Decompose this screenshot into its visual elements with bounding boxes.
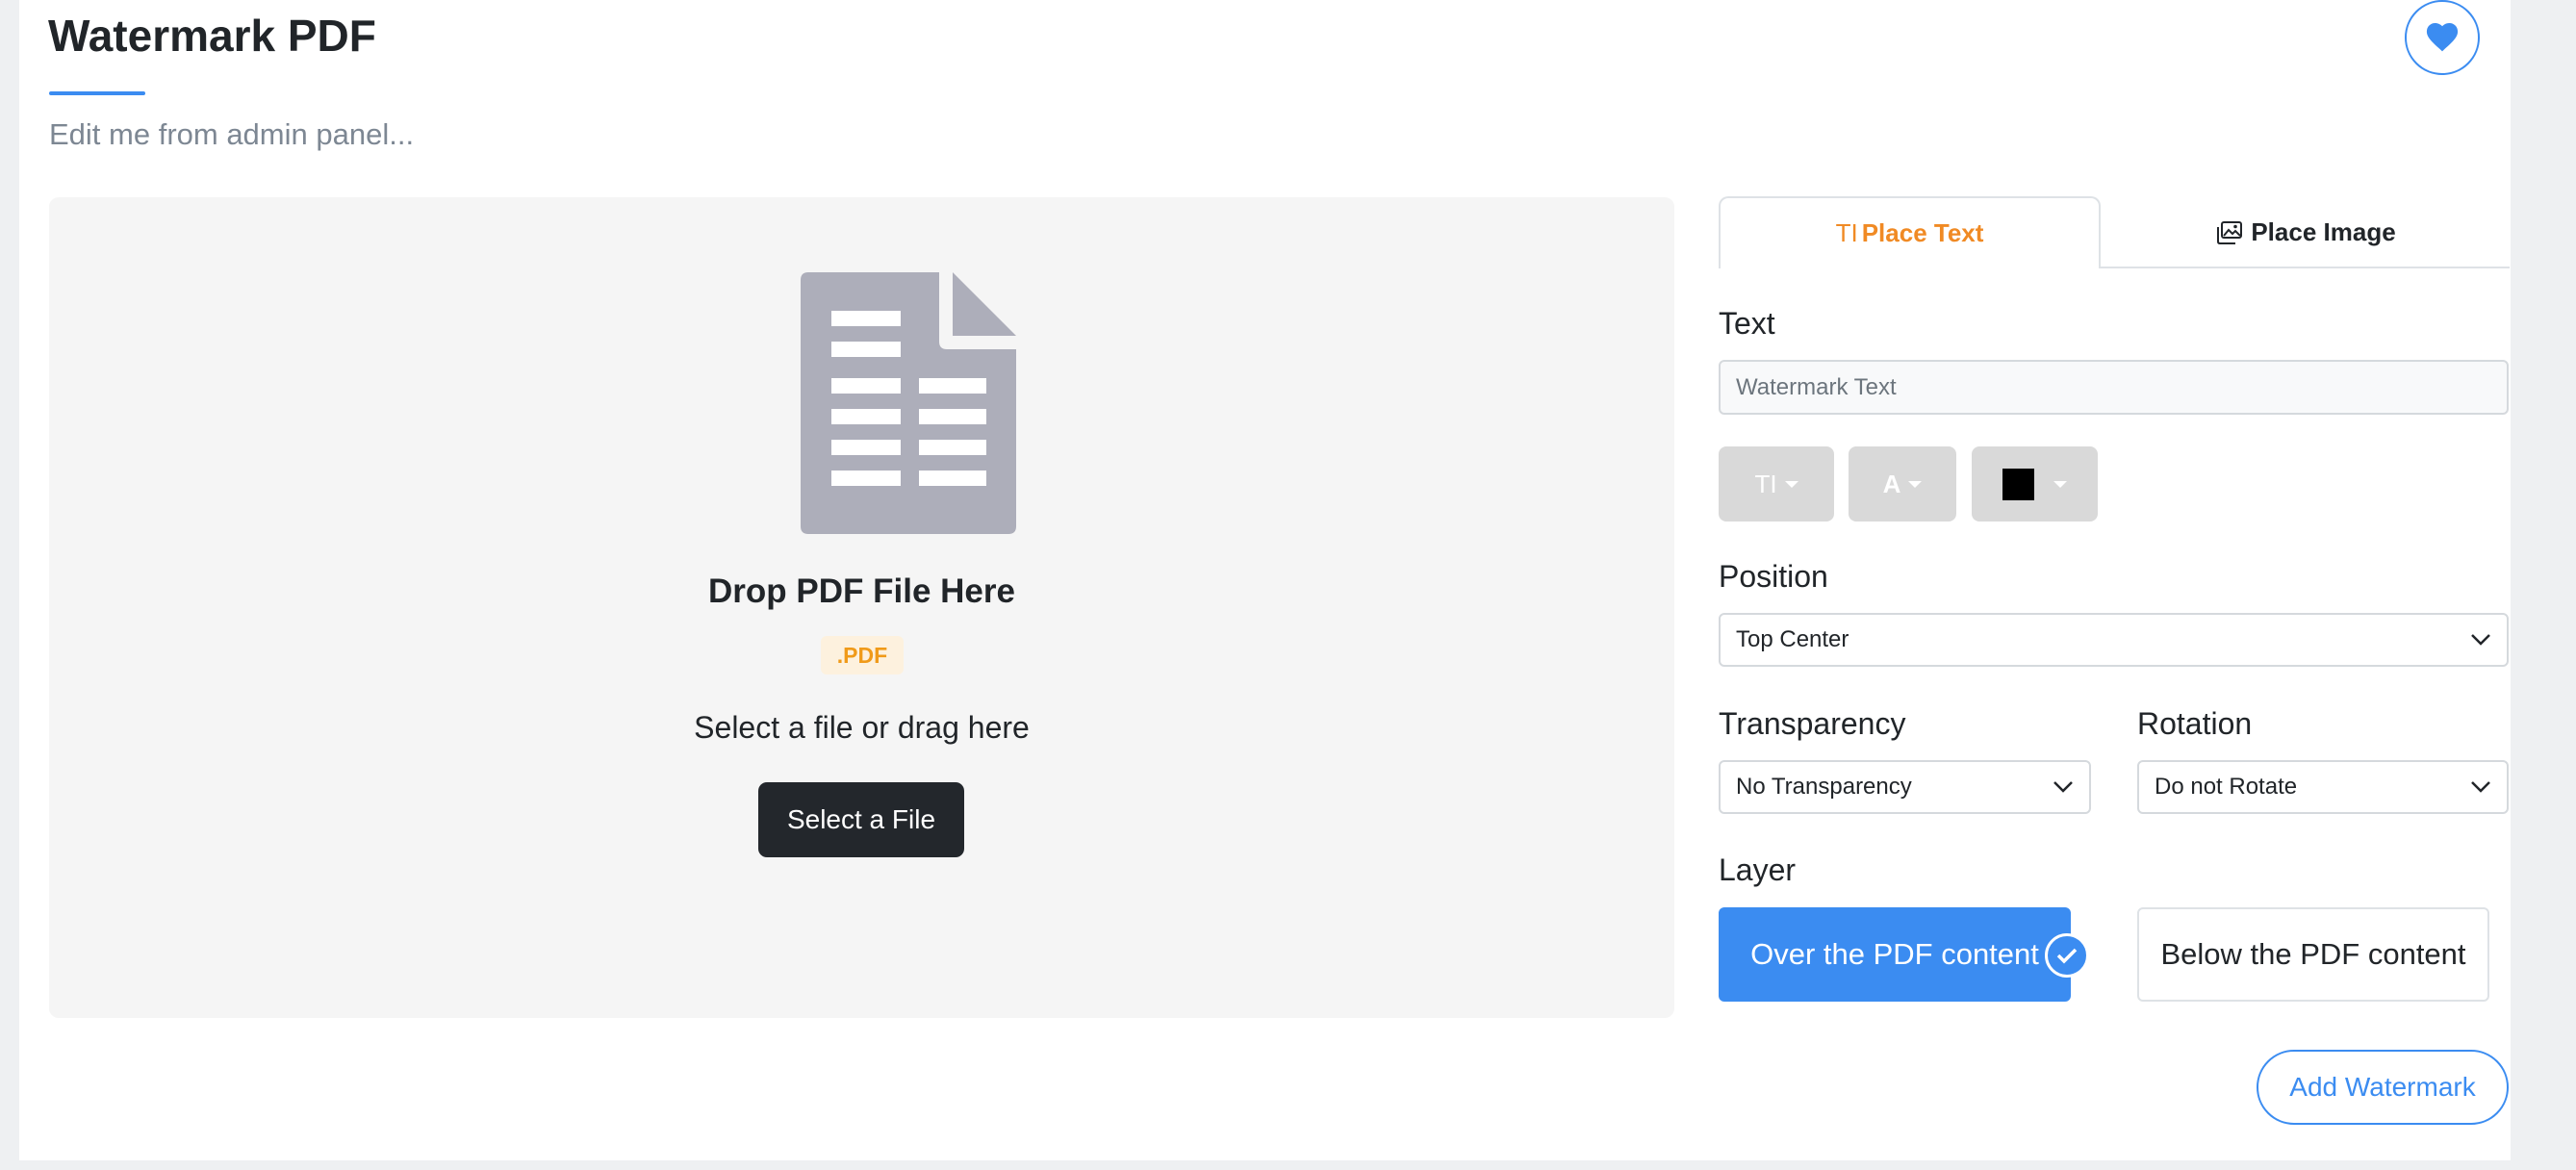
drop-title: Drop PDF File Here [708,572,1015,610]
rotation-select[interactable]: Do not Rotate [2137,760,2509,814]
text-color-button[interactable] [1972,446,2098,521]
text-label: Text [1719,306,1775,341]
drop-hint: Select a file or drag here [694,710,1030,745]
tab-place-text[interactable]: TI Place Text [1719,196,2101,268]
select-file-button[interactable]: Select a File [758,782,964,857]
position-select[interactable]: Top Center [1719,613,2509,667]
image-icon [2217,220,2243,244]
page-subtitle: Edit me from admin panel... [49,117,415,151]
watermark-text-input[interactable] [1719,360,2509,415]
font-family-button[interactable]: TI [1719,446,1834,521]
transparency-label: Transparency [1719,706,1906,741]
text-icon: TI [1835,218,1858,247]
pdf-document-icon [801,272,1016,534]
position-value: Top Center [1736,626,1849,652]
caret-down-icon [2053,480,2067,488]
chevron-down-icon [2471,781,2490,793]
chevron-down-icon [2053,781,2073,793]
title-underline [49,91,145,95]
color-swatch [2002,468,2034,500]
tab-place-image[interactable]: Place Image [2103,196,2510,268]
check-icon [2045,933,2089,978]
font-size-icon: A [1882,469,1901,498]
rotation-label: Rotation [2137,706,2253,741]
font-icon: TI [1754,469,1777,498]
pdf-drop-zone[interactable]: Drop PDF File Here .PDF Select a file or… [49,197,1674,1018]
tab-label: Place Image [2251,217,2396,246]
position-label: Position [1719,559,1828,594]
transparency-select[interactable]: No Transparency [1719,760,2091,814]
caret-down-icon [1908,480,1923,488]
chevron-down-icon [2471,634,2490,646]
font-size-button[interactable]: A [1849,446,1956,521]
layer-below-option[interactable]: Below the PDF content [2137,907,2489,1002]
add-watermark-button[interactable]: Add Watermark [2257,1050,2509,1125]
layer-over-option[interactable]: Over the PDF content [1719,907,2071,1002]
favorite-button[interactable] [2405,0,2480,75]
caret-down-icon [1784,480,1798,488]
layer-label: Layer [1719,852,1797,887]
page-title: Watermark PDF [48,11,376,61]
file-extension-badge: .PDF [821,636,904,674]
transparency-value: No Transparency [1736,774,1912,800]
tab-label: Place Text [1861,218,1984,247]
rotation-value: Do not Rotate [2155,774,2298,800]
heart-icon [2426,23,2459,52]
